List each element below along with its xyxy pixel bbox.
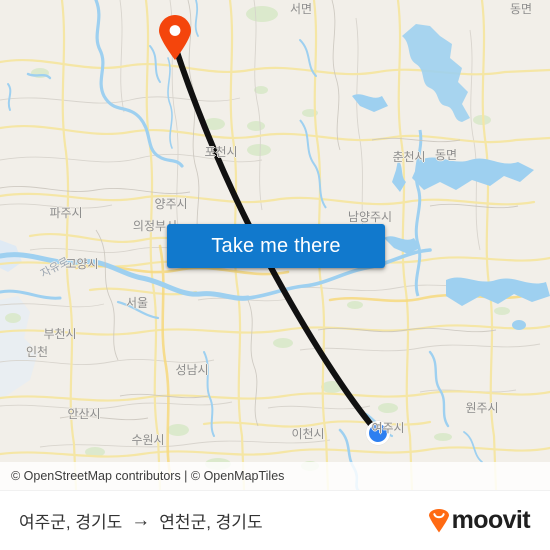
origin-label: 여주군, 경기도 [19, 513, 123, 532]
map-attribution-bar: © OpenStreetMap contributors | © OpenMap… [0, 462, 550, 490]
attribution-text[interactable]: © OpenStreetMap contributors | © OpenMap… [11, 469, 284, 483]
origin-pin-icon[interactable] [158, 15, 192, 61]
map-canvas[interactable]: 서면 동면 포천시 춘천시 동면 양주시 파주시 의정부시 남양주시 고양시 자… [0, 0, 550, 490]
destination-label: 연천군, 경기도 [159, 513, 263, 532]
moovit-map-page: 서면 동면 포천시 춘천시 동면 양주시 파주시 의정부시 남양주시 고양시 자… [0, 0, 550, 550]
footer-bar: 여주군, 경기도 → 연천군, 경기도 moovit [0, 490, 550, 550]
destination-dot[interactable] [366, 421, 390, 445]
moovit-pin-icon [428, 508, 449, 532]
route-summary: 여주군, 경기도 → 연천군, 경기도 [19, 508, 263, 533]
take-me-there-button[interactable]: Take me there [167, 224, 385, 268]
moovit-wordmark: moovit [451, 506, 531, 534]
arrow-right-icon: → [131, 510, 151, 531]
moovit-logo[interactable]: moovit [428, 506, 531, 534]
